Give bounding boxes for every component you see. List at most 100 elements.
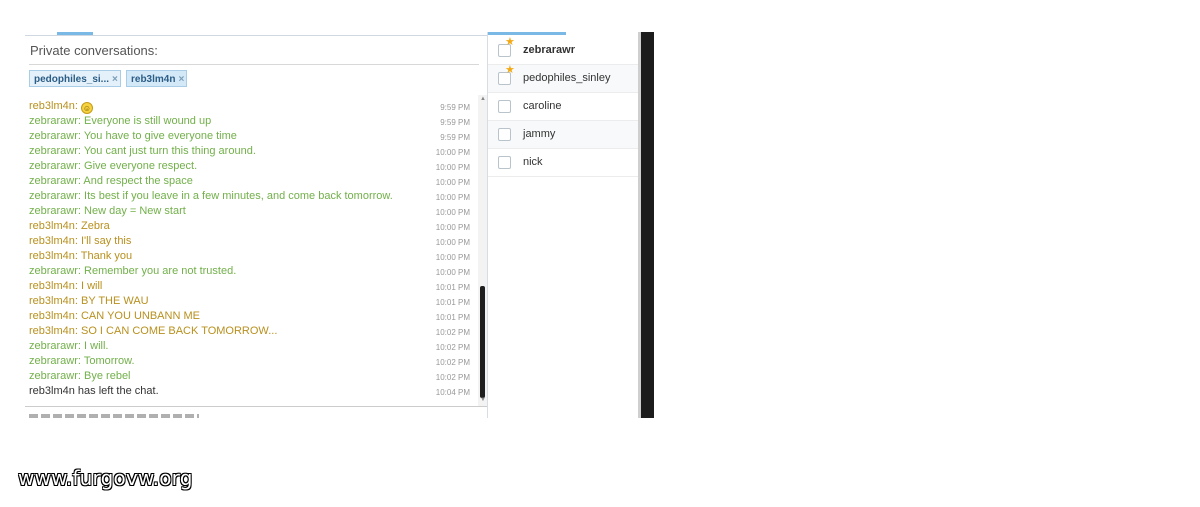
- message-timestamp: 10:00 PM: [435, 253, 470, 262]
- message-author: reb3lm4n: [29, 235, 75, 247]
- message-row: zebrarawr: Its best if you leave in a fe…: [29, 189, 474, 204]
- message-author: zebrarawr: [29, 355, 78, 367]
- message-row: reb3lm4n: BY THE WAU 10:01 PM: [29, 294, 474, 309]
- message-row: zebrarawr: Give everyone respect. 10:00 P…: [29, 159, 474, 174]
- message-row: zebrarawr: Bye rebel 10:02 PM: [29, 369, 474, 384]
- user-name: jammy: [523, 128, 556, 140]
- scroll-down-arrow-icon[interactable]: ▼: [480, 397, 486, 403]
- message-author: zebrarawr: [29, 190, 78, 202]
- scroll-up-arrow-icon[interactable]: ▲: [480, 96, 486, 102]
- message-text: And respect the space: [83, 175, 193, 187]
- input-divider: [25, 406, 487, 407]
- message-timestamp: 10:00 PM: [435, 178, 470, 187]
- message-timestamp: 10:00 PM: [435, 208, 470, 217]
- message-row: reb3lm4n: ☺ 9:59 PM: [29, 99, 474, 114]
- message-text: Everyone is still wound up: [84, 115, 212, 127]
- message-row: zebrarawr: I will. 10:02 PM: [29, 339, 474, 354]
- message-input[interactable]: [29, 411, 199, 418]
- conversation-tab-reb3lm4n[interactable]: reb3lm4n ×: [126, 70, 187, 87]
- message-log: reb3lm4n: ☺ 9:59 PM zebrarawr: Everyone is…: [29, 99, 474, 399]
- user-list-item[interactable]: caroline: [488, 93, 638, 121]
- message-row: zebrarawr: Everyone is still wound up 9:5…: [29, 114, 474, 129]
- user-list-tab-indicator: [488, 32, 566, 35]
- message-text: You cant just turn this thing around.: [83, 145, 256, 157]
- message-timestamp: 10:02 PM: [435, 343, 470, 352]
- message-author: zebrarawr: [29, 145, 78, 157]
- checkbox-icon[interactable]: [498, 156, 511, 169]
- message-timestamp: 10:01 PM: [435, 298, 470, 307]
- message-author: zebrarawr: [29, 160, 78, 172]
- user-list-item[interactable]: nick: [488, 149, 638, 177]
- message-timestamp: 9:59 PM: [440, 118, 470, 127]
- message-timestamp: 10:02 PM: [435, 328, 470, 337]
- message-author: reb3lm4n: [29, 100, 75, 112]
- message-author: zebrarawr: [29, 175, 78, 187]
- message-author: reb3lm4n: [29, 280, 75, 292]
- user-name: nick: [523, 156, 543, 168]
- author-separator: :: [74, 100, 81, 112]
- message-text: reb3lm4n has left the chat.: [29, 385, 159, 397]
- private-conversations-title: Private conversations:: [30, 43, 158, 58]
- message-author: reb3lm4n: [29, 295, 75, 307]
- message-author: zebrarawr: [29, 370, 78, 382]
- message-timestamp: 10:00 PM: [435, 268, 470, 277]
- user-list-item[interactable]: ★ pedophiles_sinley: [488, 65, 638, 93]
- message-row: zebrarawr: And respect the space 10:00 PM: [29, 174, 474, 189]
- star-icon: ★: [505, 36, 515, 48]
- message-text: You have to give everyone time: [83, 130, 237, 142]
- user-list-item[interactable]: ★ zebrarawr: [488, 37, 638, 65]
- message-timestamp: 10:00 PM: [435, 148, 470, 157]
- user-list: ★ zebrarawr ★ pedophiles_sinley caroline jamm…: [488, 37, 638, 177]
- message-row: reb3lm4n: I'll say this 10:00 PM: [29, 234, 474, 249]
- message-timestamp: 10:00 PM: [435, 223, 470, 232]
- conversation-tab-label: reb3lm4n: [131, 74, 176, 85]
- message-text: Its best if you leave in a few minutes, …: [84, 190, 393, 202]
- user-name: zebrarawr: [523, 44, 575, 56]
- message-row: zebrarawr: You cant just turn this thing…: [29, 144, 474, 159]
- close-icon[interactable]: ×: [112, 74, 118, 85]
- scrollbar-thumb[interactable]: [480, 286, 485, 398]
- message-text: I'll say this: [80, 235, 132, 247]
- message-timestamp: 10:01 PM: [435, 283, 470, 292]
- checkbox-icon[interactable]: [498, 100, 511, 113]
- message-timestamp: 10:00 PM: [435, 238, 470, 247]
- message-timestamp: 9:59 PM: [440, 133, 470, 142]
- message-text: New day = New start: [84, 205, 186, 217]
- checkbox-icon[interactable]: [498, 128, 511, 141]
- message-text: SO I CAN COME BACK TOMORROW...: [80, 325, 278, 337]
- conversation-tab-pedophiles-sinley[interactable]: pedophiles_si... ×: [29, 70, 121, 87]
- smiley-icon: ☺: [80, 102, 93, 114]
- message-row: zebrarawr: Tomorrow. 10:02 PM: [29, 354, 474, 369]
- message-author: zebrarawr: [29, 340, 78, 352]
- message-row: zebrarawr: Remember you are not trusted.…: [29, 264, 474, 279]
- user-list-item[interactable]: jammy: [488, 121, 638, 149]
- message-author: zebrarawr: [29, 130, 78, 142]
- star-icon: ★: [505, 64, 515, 76]
- message-text: Bye rebel: [84, 370, 131, 382]
- message-text: CAN YOU UNBANN ME: [80, 310, 200, 322]
- message-row: reb3lm4n: I will 10:01 PM: [29, 279, 474, 294]
- close-icon[interactable]: ×: [178, 74, 184, 85]
- active-tab-indicator: [57, 32, 93, 35]
- message-timestamp: 10:00 PM: [435, 193, 470, 202]
- message-author: reb3lm4n: [29, 220, 75, 232]
- window-frame: [641, 32, 654, 418]
- message-timestamp: 10:04 PM: [435, 388, 470, 397]
- message-timestamp: 10:02 PM: [435, 358, 470, 367]
- message-author: reb3lm4n: [29, 250, 75, 262]
- message-row: zebrarawr: You have to give everyone tim…: [29, 129, 474, 144]
- message-text: Thank you: [80, 250, 133, 262]
- message-author: zebrarawr: [29, 115, 78, 127]
- message-author: zebrarawr: [29, 265, 78, 277]
- message-text: I will.: [84, 340, 109, 352]
- message-text: I will: [80, 280, 103, 292]
- message-timestamp: 10:02 PM: [435, 373, 470, 382]
- title-divider: [29, 64, 479, 65]
- message-author: zebrarawr: [29, 205, 78, 217]
- message-row: zebrarawr: New day = New start 10:00 PM: [29, 204, 474, 219]
- message-author: reb3lm4n: [29, 325, 75, 337]
- user-name: pedophiles_sinley: [523, 72, 611, 84]
- message-row: reb3lm4n: Zebra 10:00 PM: [29, 219, 474, 234]
- message-author: reb3lm4n: [29, 310, 75, 322]
- conversation-tab-label: pedophiles_si...: [34, 74, 110, 85]
